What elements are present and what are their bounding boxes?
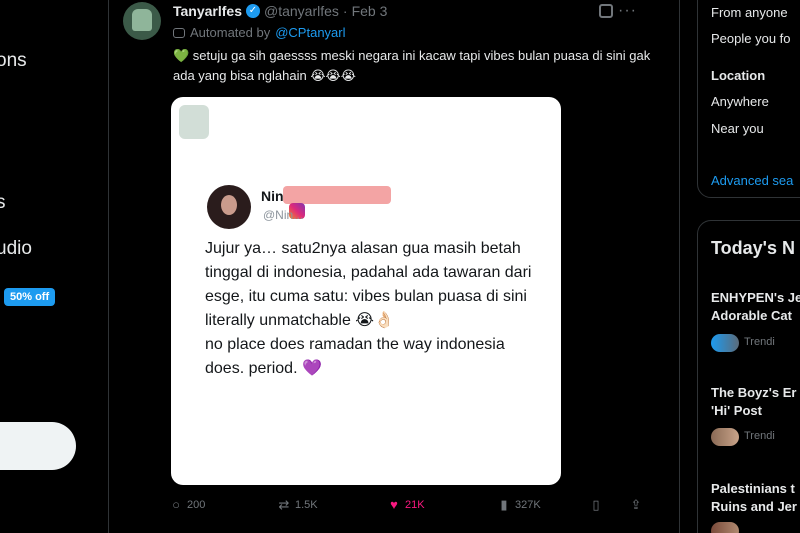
filter-anywhere[interactable]: Anywhere — [711, 94, 769, 109]
header-separator: · — [342, 3, 348, 19]
post-button[interactable] — [0, 422, 76, 470]
redaction-mark — [283, 186, 391, 204]
quoted-name: Nin — [261, 188, 284, 204]
news-item-1-avatars — [711, 334, 739, 352]
news-item-2-line2[interactable]: 'Hi' Post — [711, 403, 762, 418]
watermark-avatar — [179, 105, 209, 139]
tweet-header: Tanyarlfes ✓ @tanyarlfes · Feb 3 — [173, 3, 387, 19]
news-item-1-meta: Trendi — [744, 336, 775, 348]
automated-label: Automated by @CPtanyarl — [173, 25, 346, 40]
grok-icon[interactable] — [599, 4, 613, 18]
filter-people-you-follow[interactable]: People you fo — [711, 31, 791, 46]
bookmark-button[interactable]: ▯ — [589, 498, 603, 512]
reply-count: 200 — [187, 499, 206, 511]
news-item-3-line2[interactable]: Ruins and Jer — [711, 499, 797, 514]
todays-news-title: Today's N — [711, 238, 795, 258]
bookmark-icon: ▯ — [592, 497, 600, 512]
bot-icon — [173, 27, 185, 38]
tweet-image[interactable]: Nin @Nin... Jujur ya… satu2nya alasan gu… — [171, 97, 561, 485]
view-count: 327K — [515, 499, 541, 511]
display-name[interactable]: Tanyarlfes — [173, 3, 242, 19]
news-item-3-line1[interactable]: Palestinians t — [711, 481, 795, 496]
views-icon: ▮ — [500, 497, 508, 512]
news-item-2-line1[interactable]: The Boyz's Er — [711, 385, 796, 400]
like-button[interactable]: ♥ 21K — [387, 497, 425, 512]
filter-near-you[interactable]: Near you — [711, 121, 764, 136]
views-button[interactable]: ▮ 327K — [497, 497, 541, 512]
reply-button[interactable]: ○ 200 — [169, 498, 205, 512]
tweet-date[interactable]: Feb 3 — [352, 3, 388, 19]
tweet-actions: ○ 200 ⇄ 1.5K ♥ 21K ▮ 327K ▯ ⇪ — [169, 498, 649, 518]
user-handle[interactable]: @tanyarlfes — [264, 3, 339, 19]
nav-item-studio[interactable]: udio — [0, 238, 32, 260]
tweet-text: 💚 setuju ga sih gaessss meski negara ini… — [173, 48, 651, 83]
location-label: Location — [711, 68, 766, 83]
repost-button[interactable]: ⇄ 1.5K — [277, 498, 318, 512]
verified-badge-icon: ✓ — [246, 4, 260, 18]
more-options-icon[interactable]: ··· — [618, 2, 637, 20]
like-count: 21K — [405, 499, 425, 511]
repost-count: 1.5K — [295, 499, 318, 511]
nav-item-notifications[interactable]: ons — [0, 50, 27, 72]
automated-prefix: Automated by — [190, 25, 271, 40]
avatar[interactable] — [123, 2, 161, 40]
left-navigation: ons s udio 50% off — [0, 0, 108, 533]
filter-from-anyone[interactable]: From anyone — [711, 5, 788, 20]
quoted-text: Jujur ya… satu2nya alasan gua masih beta… — [205, 240, 532, 377]
repost-icon: ⇄ — [278, 497, 290, 512]
advanced-search-link[interactable]: Advanced sea — [711, 173, 793, 188]
news-item-1-line1[interactable]: ENHYPEN's Je — [711, 290, 800, 305]
news-item-1-line2[interactable]: Adorable Cat — [711, 308, 792, 323]
right-sidebar: From anyone People you fo Location Anywh… — [680, 0, 800, 533]
quoted-avatar — [207, 185, 251, 229]
reply-icon: ○ — [172, 497, 180, 512]
premium-promo-badge[interactable]: 50% off — [4, 288, 56, 306]
share-icon: ⇪ — [630, 497, 642, 512]
timeline-column: Tanyarlfes ✓ @tanyarlfes · Feb 3 ··· Aut… — [108, 0, 680, 533]
nav-item-lists[interactable]: s — [0, 192, 6, 214]
news-item-3-avatars — [711, 522, 739, 533]
heart-icon: ♥ — [390, 497, 398, 512]
news-item-2-meta: Trendi — [744, 430, 775, 442]
automated-handle-link[interactable]: @CPtanyarl — [275, 25, 345, 40]
quoted-handle: @Nin... — [263, 208, 304, 222]
share-button[interactable]: ⇪ — [629, 498, 643, 512]
news-item-2-avatars — [711, 428, 739, 446]
